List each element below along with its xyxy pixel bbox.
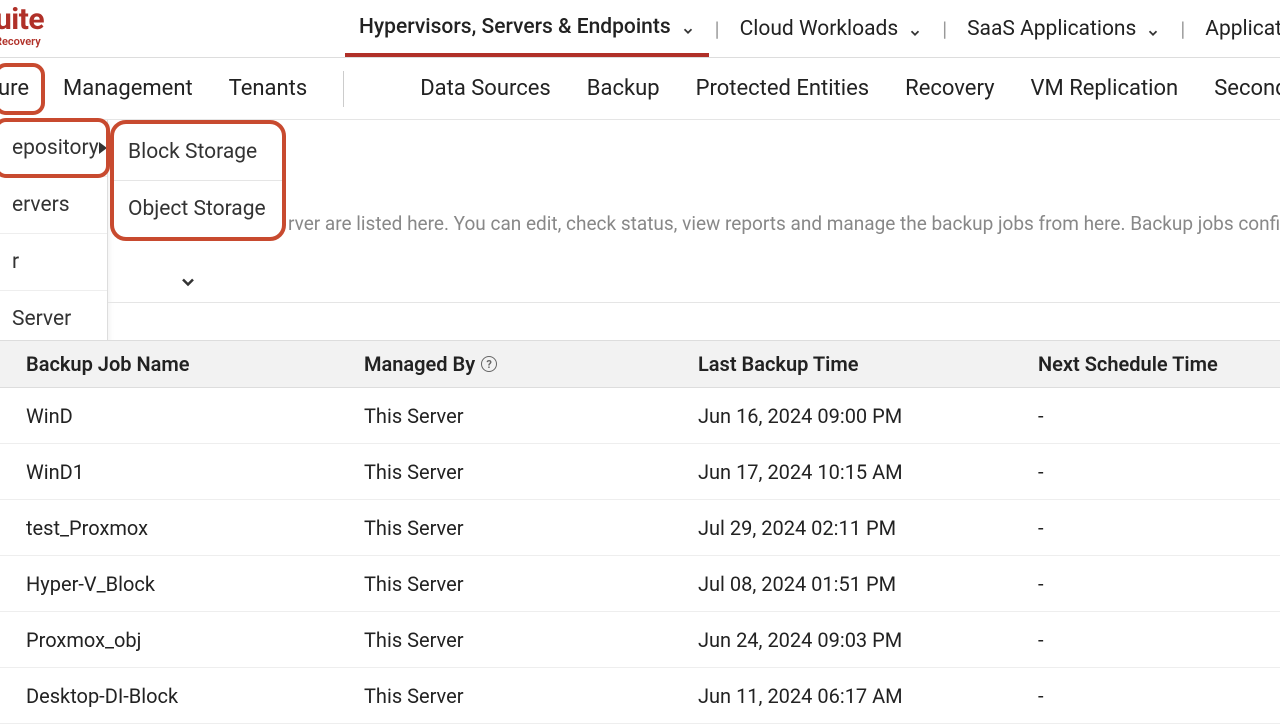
cell-job-name: Proxmox_obj	[0, 628, 350, 652]
th-next[interactable]: Next Schedule Time	[1024, 352, 1280, 376]
sub-nav-left: ureManagementTenants	[0, 58, 362, 119]
nav-separator: |	[1174, 17, 1191, 41]
cell-last-backup: Jun 17, 2024 10:15 AM	[684, 460, 1024, 484]
cell-next-schedule: -	[1024, 572, 1280, 596]
top-nav-item[interactable]: Cloud Workloads	[726, 1, 937, 57]
nav-divider	[343, 71, 344, 107]
cell-next-schedule: -	[1024, 404, 1280, 428]
logo-subtitle: Recovery	[0, 35, 44, 48]
page-description: rver are listed here. You can edit, chec…	[288, 212, 1280, 235]
table-body: WinDThis ServerJun 16, 2024 09:00 PM-Win…	[0, 388, 1280, 724]
table-row[interactable]: test_ProxmoxThis ServerJul 29, 2024 02:1…	[0, 500, 1280, 556]
side-menu-label: epository	[12, 136, 99, 160]
caret-right-icon	[99, 142, 107, 154]
divider	[108, 302, 1280, 303]
sub-nav-item[interactable]: Backup	[569, 58, 678, 120]
top-nav-item[interactable]: SaaS Applications	[953, 1, 1174, 57]
help-icon[interactable]: ?	[481, 356, 497, 372]
backup-jobs-table: Backup Job Name Managed By? Last Backup …	[0, 340, 1280, 724]
side-menu-item[interactable]: Server	[0, 291, 107, 347]
chevron-down-icon	[178, 272, 198, 292]
cell-job-name: Hyper-V_Block	[0, 572, 350, 596]
nav-separator: |	[936, 17, 953, 41]
sub-nav-item[interactable]: Recovery	[887, 58, 1012, 120]
sub-nav-item[interactable]: Data Sources	[402, 58, 569, 120]
top-nav-item[interactable]: Applications & D	[1191, 1, 1280, 57]
cell-last-backup: Jun 11, 2024 06:17 AM	[684, 684, 1024, 708]
sub-nav-right: Data SourcesBackupProtected EntitiesReco…	[402, 58, 1280, 120]
cell-managed-by: This Server	[350, 628, 684, 652]
cell-managed-by: This Server	[350, 460, 684, 484]
cell-next-schedule: -	[1024, 628, 1280, 652]
sub-nav: ureManagementTenants Data SourcesBackupP…	[0, 58, 1280, 120]
cell-last-backup: Jun 16, 2024 09:00 PM	[684, 404, 1024, 428]
sub-nav-item[interactable]: ure	[0, 63, 45, 115]
side-menu-label: r	[12, 250, 19, 274]
cell-job-name: test_Proxmox	[0, 516, 350, 540]
th-name[interactable]: Backup Job Name	[0, 352, 350, 376]
side-menu-label: Server	[12, 307, 71, 331]
side-menu-label: ervers	[12, 193, 70, 217]
cell-managed-by: This Server	[350, 404, 684, 428]
cell-last-backup: Jun 24, 2024 09:03 PM	[684, 628, 1024, 652]
side-menu: epository ervers r Server	[0, 120, 108, 348]
th-next-label: Next Schedule Time	[1038, 352, 1218, 376]
nav-separator: |	[709, 17, 726, 41]
th-name-label: Backup Job Name	[26, 352, 190, 376]
table-row[interactable]: Desktop-DI-BlockThis ServerJun 11, 2024 …	[0, 668, 1280, 724]
side-menu-item[interactable]: epository	[0, 120, 107, 177]
cell-last-backup: Jul 08, 2024 01:51 PM	[684, 572, 1024, 596]
top-nav-label: Hypervisors, Servers & Endpoints	[359, 15, 671, 39]
top-nav-label: SaaS Applications	[967, 17, 1136, 41]
chevron-down-icon	[1146, 22, 1160, 36]
cell-managed-by: This Server	[350, 684, 684, 708]
sub-nav-item[interactable]: Management	[45, 58, 211, 120]
table-header-row: Backup Job Name Managed By? Last Backup …	[0, 340, 1280, 388]
top-nav-label: Applications & D	[1205, 17, 1280, 41]
submenu-item[interactable]: Object Storage	[114, 181, 282, 237]
cell-job-name: WinD1	[0, 460, 350, 484]
cell-managed-by: This Server	[350, 516, 684, 540]
top-nav-items: Hypervisors, Servers & Endpoints | Cloud W…	[345, 1, 1280, 57]
top-nav-label: Cloud Workloads	[740, 17, 899, 41]
cell-job-name: Desktop-DI-Block	[0, 684, 350, 708]
submenu-item[interactable]: Block Storage	[114, 124, 282, 181]
sub-nav-item[interactable]: Protected Entities	[678, 58, 888, 120]
table-row[interactable]: Proxmox_objThis ServerJun 24, 2024 09:03…	[0, 612, 1280, 668]
top-nav: uite Recovery Hypervisors, Servers & End…	[0, 0, 1280, 58]
side-menu-item[interactable]: r	[0, 234, 107, 291]
cell-next-schedule: -	[1024, 684, 1280, 708]
cell-managed-by: This Server	[350, 572, 684, 596]
cell-next-schedule: -	[1024, 516, 1280, 540]
cell-last-backup: Jul 29, 2024 02:11 PM	[684, 516, 1024, 540]
th-last[interactable]: Last Backup Time	[684, 352, 1024, 376]
th-managed-label: Managed By	[364, 352, 475, 376]
expand-toggle[interactable]	[178, 272, 198, 296]
cell-next-schedule: -	[1024, 460, 1280, 484]
th-last-label: Last Backup Time	[698, 352, 858, 376]
table-row[interactable]: WinD1This ServerJun 17, 2024 10:15 AM-	[0, 444, 1280, 500]
storage-submenu: Block StorageObject Storage	[110, 120, 286, 241]
sub-nav-item[interactable]: Tenants	[211, 58, 326, 120]
sub-nav-item[interactable]: Secondary Copy	[1196, 58, 1280, 120]
side-menu-item[interactable]: ervers	[0, 177, 107, 234]
top-nav-item[interactable]: Hypervisors, Servers & Endpoints	[345, 1, 709, 57]
logo-title: uite	[0, 2, 44, 37]
th-managed[interactable]: Managed By?	[350, 352, 684, 376]
sub-nav-item[interactable]: VM Replication	[1013, 58, 1197, 120]
cell-job-name: WinD	[0, 404, 350, 428]
chevron-down-icon	[908, 22, 922, 36]
table-row[interactable]: WinDThis ServerJun 16, 2024 09:00 PM-	[0, 388, 1280, 444]
table-row[interactable]: Hyper-V_BlockThis ServerJul 08, 2024 01:…	[0, 556, 1280, 612]
chevron-down-icon	[681, 20, 695, 34]
